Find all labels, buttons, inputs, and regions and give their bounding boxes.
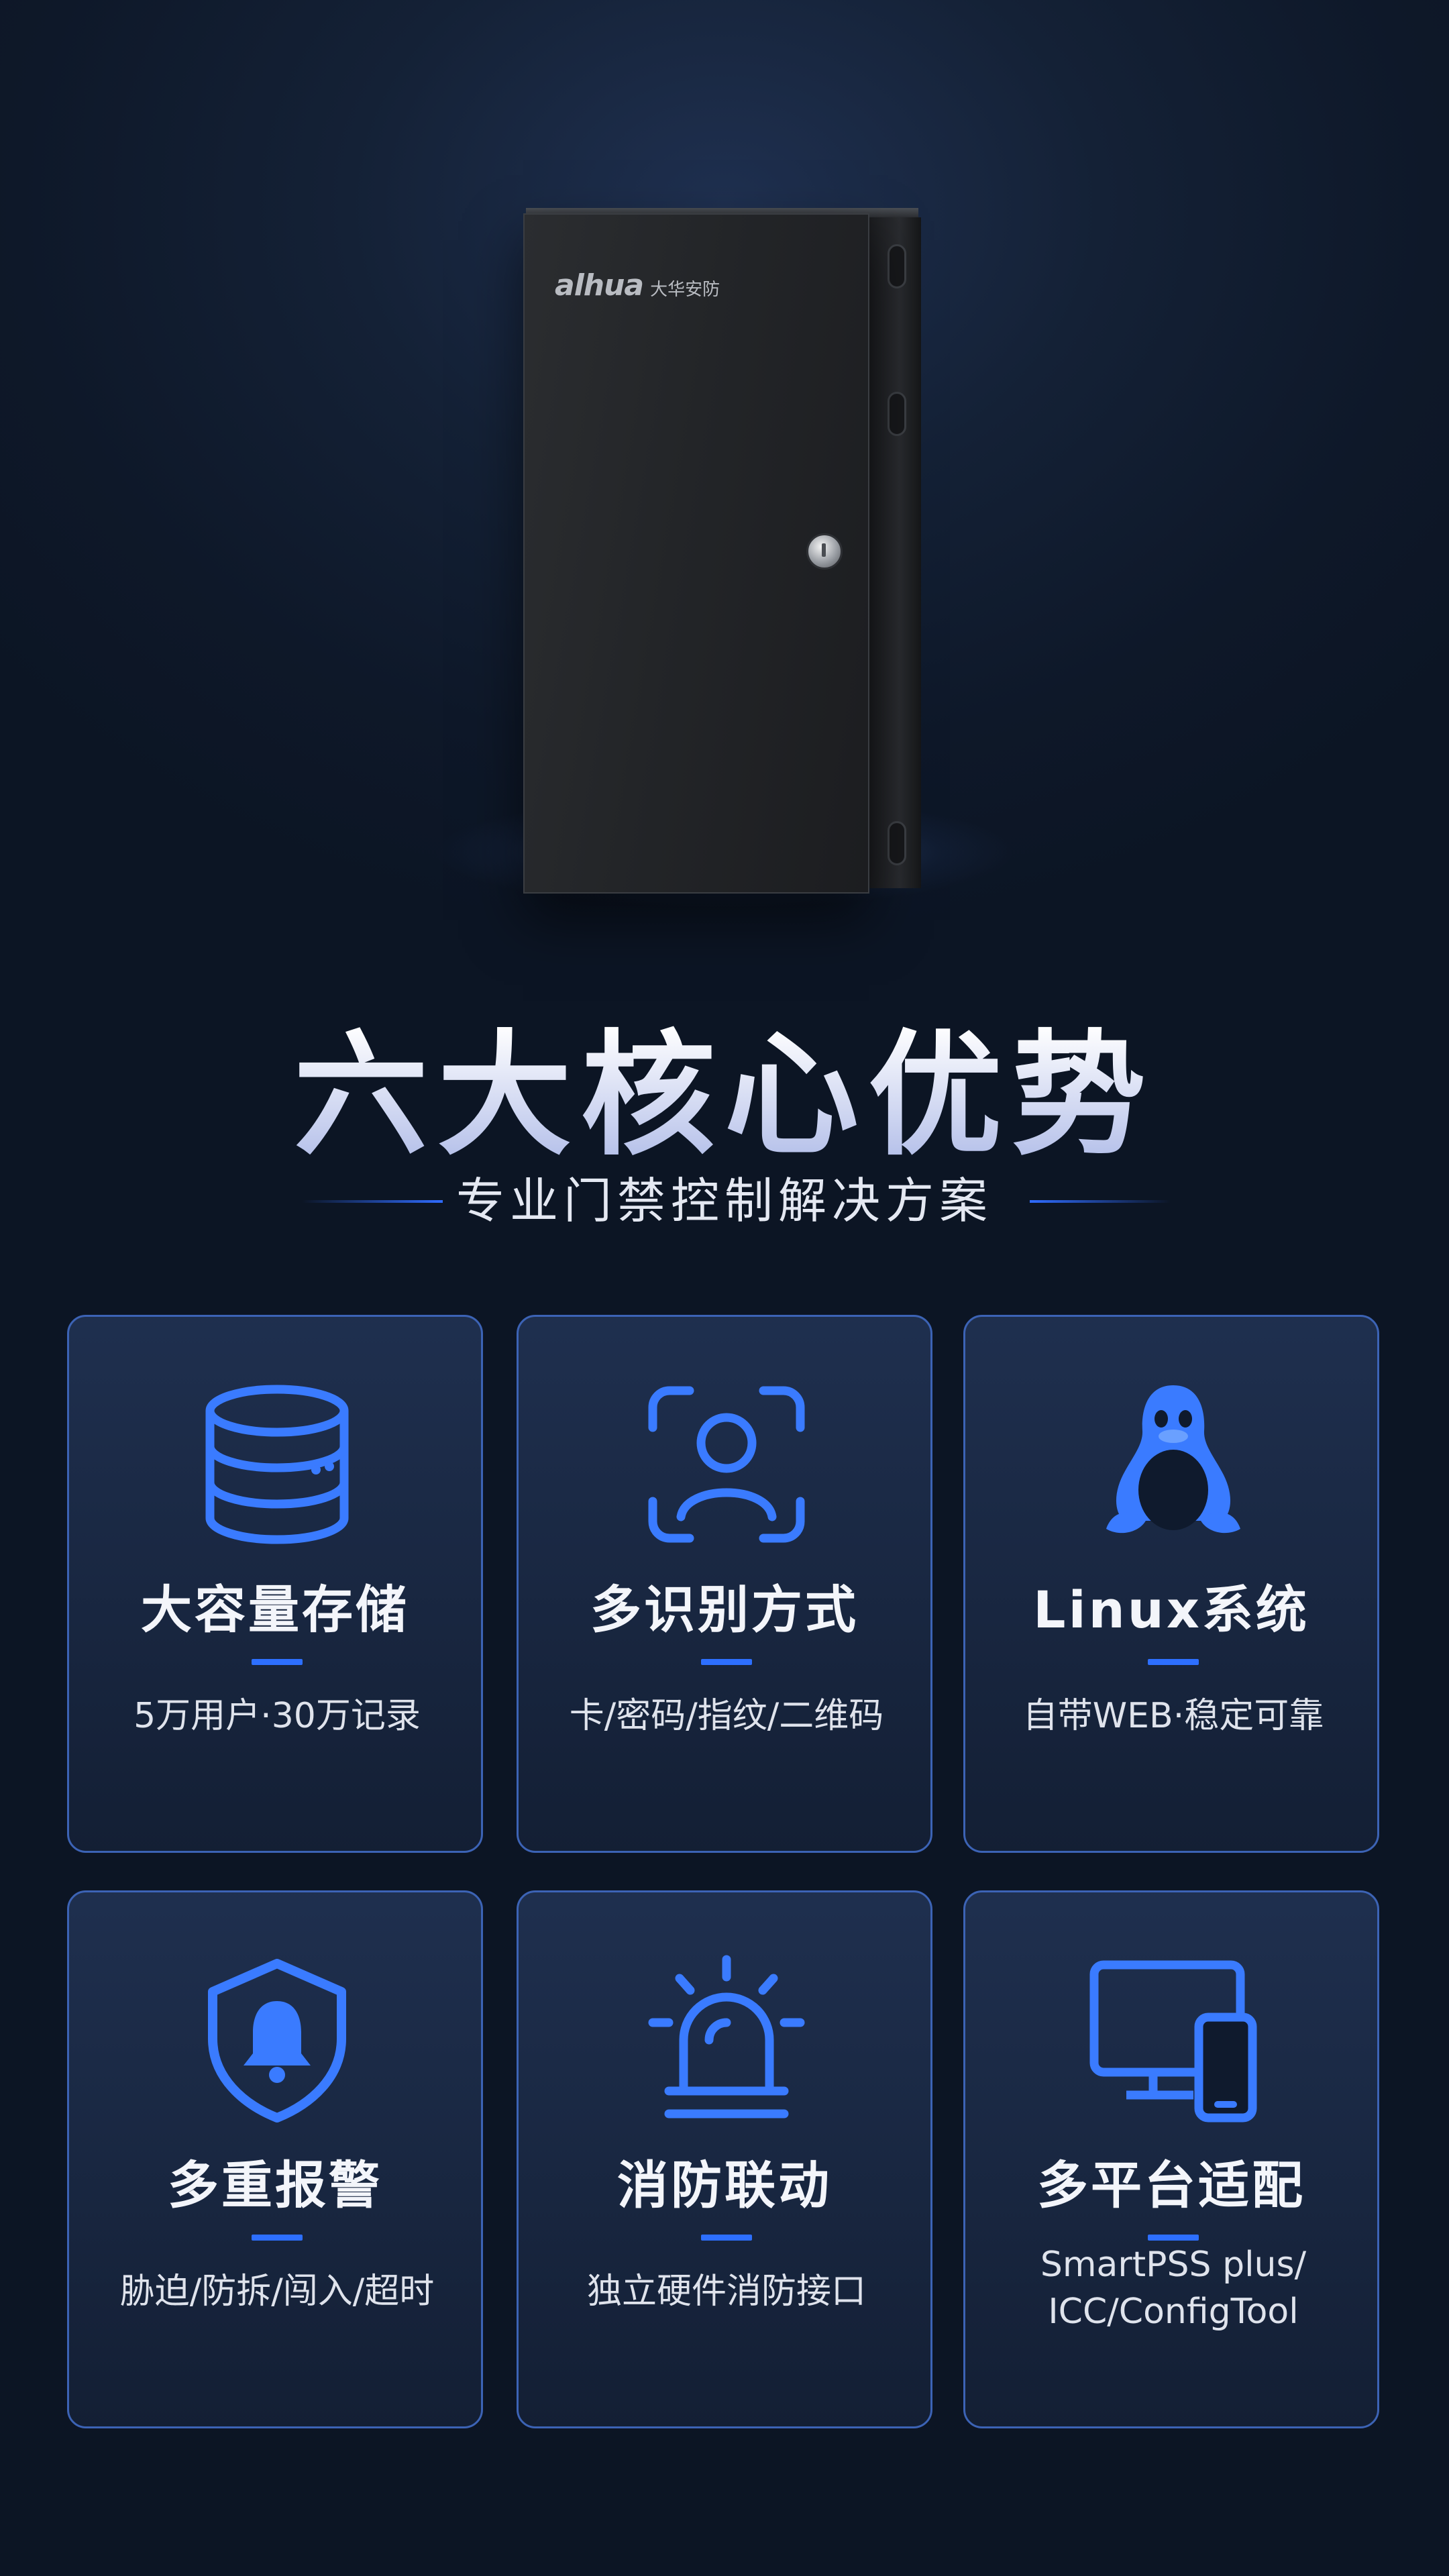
feature-card-alarm: 多重报警 胁迫/防拆/闯入/超时 [67, 1890, 483, 2428]
feature-card-recognition: 多识别方式 卡/密码/指纹/二维码 [517, 1315, 932, 1853]
feature-desc: 卡/密码/指纹/二维码 [569, 1696, 884, 1736]
feature-desc-line: ICC/ConfigTool [1048, 2292, 1299, 2332]
feature-title: 多识别方式 [590, 1580, 859, 1640]
shield-bell-icon [208, 1959, 346, 2123]
face-scan-icon [648, 1386, 805, 1543]
feature-title: Linux系统 [1033, 1580, 1309, 1640]
feature-card-linux: Linux系统 自带WEB·稳定可靠 [963, 1315, 1379, 1853]
database-icon [205, 1385, 349, 1544]
feature-desc: 自带WEB·稳定可靠 [1022, 1696, 1324, 1736]
linux-penguin-icon [1106, 1385, 1240, 1534]
title-underline [252, 2235, 303, 2241]
lock-icon [806, 533, 843, 570]
feature-title: 多重报警 [168, 2155, 382, 2215]
feature-desc: 5万用户·30万记录 [133, 1696, 421, 1736]
alarm-siren-icon [648, 1955, 805, 2118]
decor-line-right [1030, 1200, 1171, 1203]
device-side-panel [867, 217, 921, 888]
feature-desc: 独立硬件消防接口 [586, 2271, 866, 2312]
monitor-phone-icon [1089, 1960, 1257, 2123]
feature-title: 大容量存储 [141, 1580, 409, 1640]
knockout-hole [888, 821, 906, 865]
title-underline [701, 1659, 752, 1665]
knockout-hole [888, 244, 906, 288]
logo-mark: alhua [555, 268, 644, 303]
knockout-hole [888, 392, 906, 436]
brand-logo: alhua 大华安防 [555, 268, 720, 303]
title-underline [1148, 1659, 1199, 1665]
feature-desc: 胁迫/防拆/闯入/超时 [119, 2271, 435, 2312]
page-title: 六大核心优势 [0, 986, 1449, 1181]
subtitle-row: 专业门禁控制解决方案 [0, 1171, 1449, 1231]
access-controller-box: alhua 大华安防 [523, 208, 939, 894]
feature-card-storage: 大容量存储 5万用户·30万记录 [67, 1315, 483, 1853]
device-front-panel: alhua 大华安防 [523, 213, 869, 894]
feature-title: 消防联动 [617, 2155, 832, 2215]
title-underline [1148, 2235, 1199, 2241]
feature-card-fire: 消防联动 独立硬件消防接口 [517, 1890, 932, 2428]
feature-title: 多平台适配 [1037, 2155, 1305, 2215]
feature-desc: SmartPSS plus/ ICC/ConfigTool [979, 2241, 1368, 2335]
feature-card-platform: 多平台适配 SmartPSS plus/ ICC/ConfigTool [963, 1890, 1379, 2428]
title-underline [701, 2235, 752, 2241]
feature-desc-line: SmartPSS plus/ [1040, 2245, 1307, 2285]
page-subtitle: 专业门禁控制解决方案 [455, 1173, 993, 1229]
title-underline [252, 1659, 303, 1665]
logo-chinese: 大华安防 [650, 280, 720, 300]
